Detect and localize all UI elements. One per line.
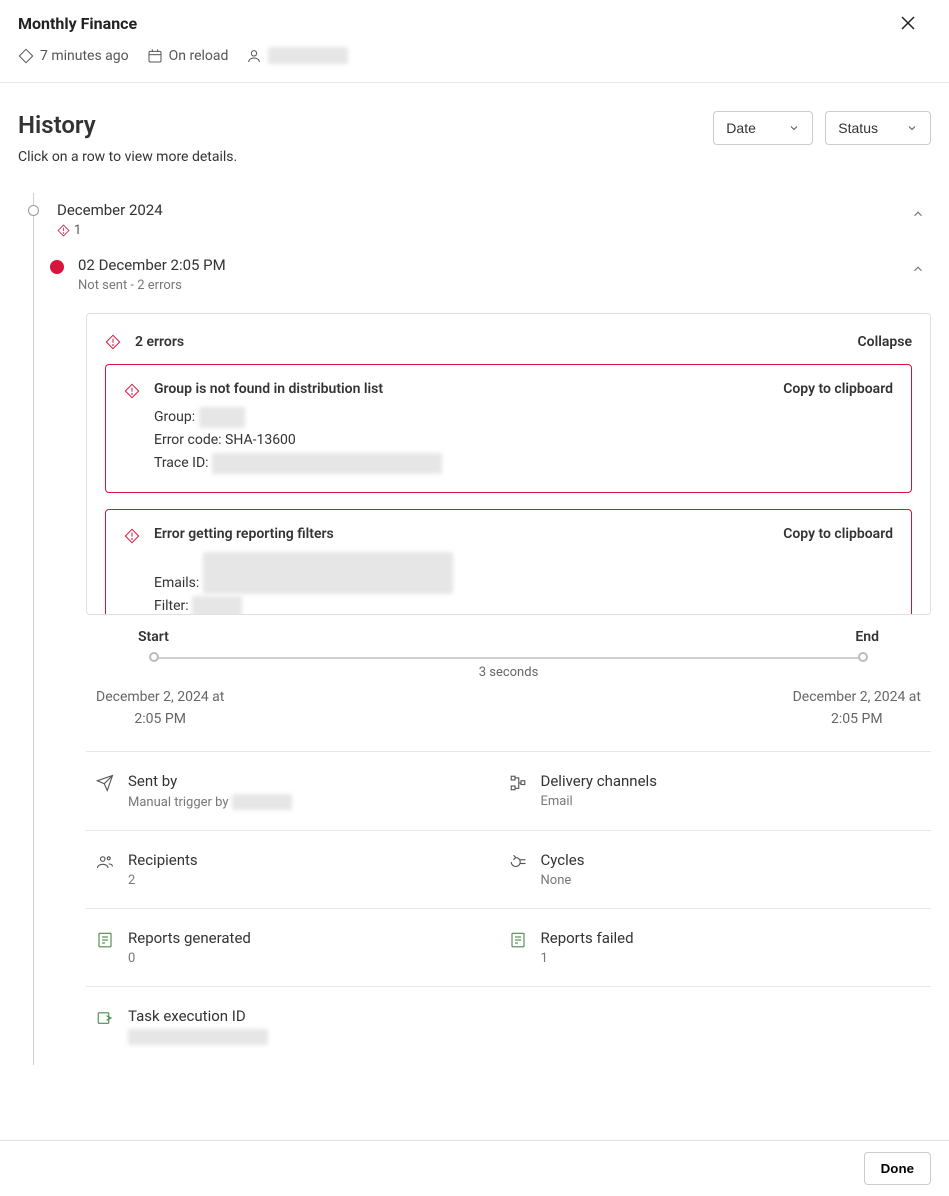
copy-button[interactable]: Copy to clipboard xyxy=(783,526,893,542)
sent-by-cell: Sent by Manual trigger by ████████ xyxy=(96,772,509,810)
error-card: Group is not found in distribution list … xyxy=(105,364,912,493)
time-range: Start End 3 seconds December 2, 2024 at2… xyxy=(86,615,931,751)
month-dot xyxy=(28,205,39,216)
month-row[interactable]: December 2024 1 xyxy=(28,193,931,246)
trigger-type: On reload xyxy=(147,48,229,64)
people-icon xyxy=(96,853,114,871)
month-title: December 2024 xyxy=(57,201,905,219)
end-datetime: December 2, 2024 at2:05 PM xyxy=(793,686,921,731)
close-button[interactable] xyxy=(899,14,917,36)
chevron-up-icon xyxy=(911,207,925,221)
chevron-up-icon xyxy=(911,262,925,276)
duration-label: 3 seconds xyxy=(96,665,921,680)
error-diamond-icon xyxy=(124,383,140,399)
error-count-label: 2 errors xyxy=(135,334,184,350)
reports-generated-cell: Reports generated 0 xyxy=(96,929,509,966)
done-button[interactable]: Done xyxy=(864,1152,931,1185)
collapse-entry-button[interactable] xyxy=(905,256,931,286)
recipients-cell: Recipients 2 xyxy=(96,851,509,888)
error-card: Error getting reporting filters Copy to … xyxy=(105,509,912,614)
reports-failed-cell: Reports failed 1 xyxy=(509,929,922,966)
page-title: Monthly Finance xyxy=(18,14,931,33)
error-diamond-icon xyxy=(105,334,121,350)
start-label: Start xyxy=(138,629,169,645)
error-title: Group is not found in distribution list xyxy=(154,381,383,397)
history-hint: Click on a row to view more details. xyxy=(18,149,237,165)
error-diamond-icon xyxy=(57,224,70,237)
task-id-icon xyxy=(96,1009,114,1027)
error-detail-panel: 2 errors Collapse Group is not found in … xyxy=(86,313,931,615)
end-label: End xyxy=(855,629,879,645)
start-dot xyxy=(149,652,159,662)
chevron-down-icon xyxy=(788,122,800,134)
send-icon xyxy=(96,774,114,792)
error-diamond-icon xyxy=(124,528,140,544)
error-title: Error getting reporting filters xyxy=(154,526,334,542)
channels-icon xyxy=(509,774,527,792)
entry-title: 02 December 2:05 PM xyxy=(78,256,905,274)
history-title: History xyxy=(18,111,237,139)
owner: ████████ xyxy=(246,47,348,64)
diamond-icon xyxy=(18,48,34,64)
close-icon xyxy=(899,14,917,32)
delivery-cell: Delivery channels Email xyxy=(509,772,922,810)
entry-row[interactable]: 02 December 2:05 PM Not sent - 2 errors xyxy=(28,246,931,303)
month-error-count: 1 xyxy=(74,223,81,238)
entry-subtitle: Not sent - 2 errors xyxy=(78,278,905,293)
copy-button[interactable]: Copy to clipboard xyxy=(783,381,893,397)
start-datetime: December 2, 2024 at2:05 PM xyxy=(96,686,224,731)
cycles-cell: Cycles None xyxy=(509,851,922,888)
collapse-month-button[interactable] xyxy=(905,201,931,231)
status-filter[interactable]: Status xyxy=(825,111,931,145)
report-icon xyxy=(96,931,114,949)
entry-status-dot xyxy=(50,260,64,274)
task-id-cell: Task execution ID ██████████████████ xyxy=(96,1007,509,1045)
person-icon xyxy=(246,48,262,64)
end-dot xyxy=(858,652,868,662)
last-run-time: 7 minutes ago xyxy=(18,48,129,64)
cycle-icon xyxy=(509,853,527,871)
chevron-down-icon xyxy=(906,122,918,134)
calendar-icon xyxy=(147,48,163,64)
date-filter[interactable]: Date xyxy=(713,111,813,145)
collapse-errors-button[interactable]: Collapse xyxy=(858,334,912,350)
report-icon xyxy=(509,931,527,949)
